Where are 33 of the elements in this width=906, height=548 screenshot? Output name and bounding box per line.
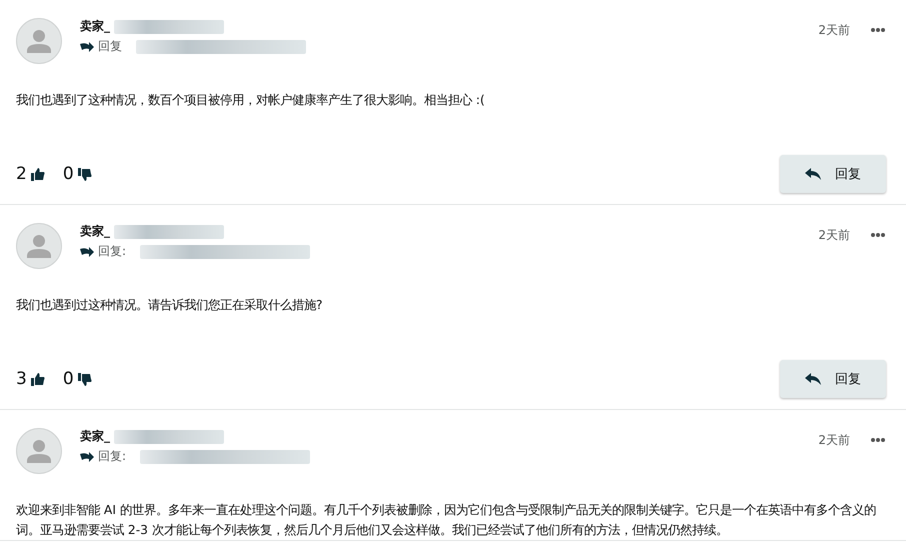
thumbs-up-icon[interactable]	[30, 372, 45, 386]
reply-label: 回复	[98, 38, 122, 55]
reply-button[interactable]: 回复	[780, 360, 886, 398]
reply-label: 回复:	[98, 448, 126, 465]
avatar-icon	[16, 18, 62, 64]
reply-arrow-icon	[80, 246, 94, 257]
thumbs-down-icon[interactable]	[78, 372, 92, 386]
like-count: 2	[16, 164, 27, 184]
dislike-count: 0	[62, 369, 74, 389]
thumbs-up-icon[interactable]	[30, 168, 45, 180]
reply-button[interactable]: 回复	[780, 155, 886, 193]
reply-label: 回复:	[98, 243, 126, 260]
author-name[interactable]: 卖家_	[80, 18, 110, 35]
author-name[interactable]: 卖家_	[80, 428, 110, 445]
dislike-count: 0	[62, 164, 74, 184]
more-options-icon[interactable]	[870, 27, 886, 33]
avatar-icon	[16, 428, 62, 474]
timestamp: 2天前	[818, 22, 850, 39]
like-count: 3	[16, 369, 27, 389]
avatar-icon	[16, 223, 62, 269]
comment-text: 欢迎来到非智能 AI 的世界。多年来一直在处理这个问题。有几千个列表被删除，因为它们包含与受限制产品无关的限制关键字。它只是一个在英语中有多个含义的词。亚马逊需要尝试 2-3 次才能让每个列表恢复，然后几个月后他们又会这样做。我们已经尝试了他们所有的方法，但情况仍然持续。	[16, 502, 877, 539]
timestamp: 2天前	[818, 227, 850, 244]
reply-arrow-icon	[805, 168, 821, 180]
comment-text: 我们也遇到过这种情况。请告诉我们您正在采取什么措施?	[16, 297, 324, 314]
reply-arrow-icon	[80, 451, 94, 462]
more-options-icon[interactable]	[870, 437, 886, 443]
comment-text: 我们也遇到了这种情况，数百个项目被停用，对帐户健康率产生了很大影响。相当担心 :(	[16, 92, 486, 109]
reply-arrow-icon	[805, 373, 821, 385]
thumbs-down-icon[interactable]	[78, 168, 92, 180]
timestamp: 2天前	[818, 432, 850, 449]
author-name[interactable]: 卖家_	[80, 223, 110, 240]
more-options-icon[interactable]	[870, 232, 886, 238]
reply-arrow-icon	[80, 41, 94, 52]
